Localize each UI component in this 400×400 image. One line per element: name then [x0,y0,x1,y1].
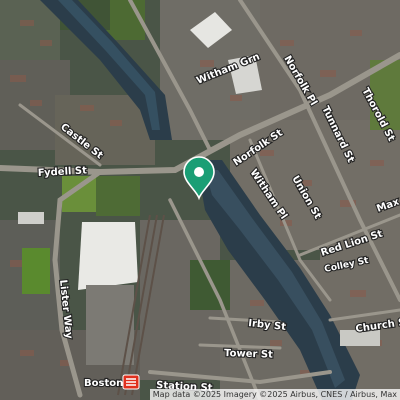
map-view[interactable]: Witham Grn Norfolk Pl Thorold St Tunnard… [0,0,400,400]
place-label-boston: Boston [84,378,123,389]
boston-station[interactable]: Boston [83,374,140,390]
street-label-tower-st: Tower St [224,348,273,361]
map-pin-dot [194,167,204,177]
train-station-icon [122,374,140,390]
map-attribution[interactable]: Map data ©2025 Imagery ©2025 Airbus, CNE… [149,389,400,400]
car-park [86,285,134,365]
satellite-map[interactable]: Witham Grn Norfolk Pl Thorold St Tunnard… [0,0,400,400]
